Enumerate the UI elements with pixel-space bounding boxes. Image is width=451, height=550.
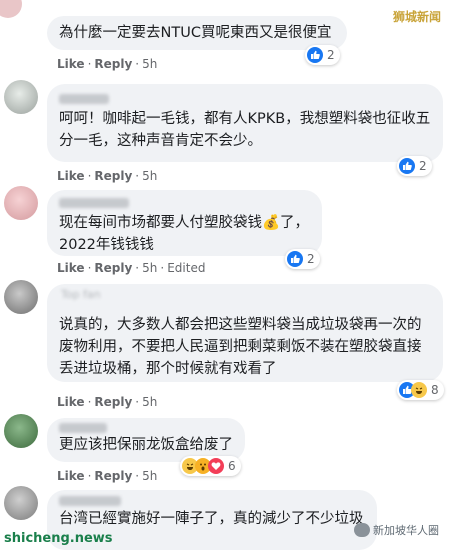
like-icon [399,158,415,174]
timestamp[interactable]: 5h [142,57,157,71]
author-name-blurred [59,198,129,208]
reaction-count: 8 [431,383,439,397]
timestamp[interactable]: 5h [142,469,157,483]
avatar[interactable] [4,80,38,114]
reaction-summary[interactable]: 2 [285,249,320,269]
comment-actions: Like · Reply · 5h [57,469,157,483]
comment-bubble: 现在每间市场都要人付塑胶袋钱💰了， 2022年钱钱钱 [47,190,322,256]
haha-icon [411,382,427,398]
reply-button[interactable]: Reply [94,395,132,409]
separator: · [160,261,165,275]
watermark-bottom-right-text: 新加坡华人圈 [373,524,439,537]
reaction-summary[interactable]: 2 [397,156,432,176]
like-button[interactable]: Like [57,57,85,71]
reply-button[interactable]: Reply [94,57,132,71]
reaction-summary[interactable]: 2 [305,45,340,65]
watermark-top-right: 狮城新闻 [392,10,441,24]
separator: · [135,261,140,275]
separator: · [135,395,140,409]
comment-actions: Like · Reply · 5h [57,169,157,183]
separator: · [135,57,140,71]
reply-button[interactable]: Reply [94,169,132,183]
avatar[interactable] [4,414,38,448]
reaction-summary[interactable]: 8 [397,380,444,400]
comment-bubble: Top fan 说真的，大多数人都会把这些塑料袋当成垃圾袋再一次的 废物利用，不… [47,284,443,382]
like-button[interactable]: Like [57,261,85,275]
avatar-fragment [0,0,22,18]
comment-text: 说真的，大多数人都会把这些塑料袋当成垃圾袋再一次的 废物利用，不要把人民逼到把剩… [59,317,422,377]
wechat-icon [354,523,370,537]
author-name-blurred [59,496,121,506]
like-button[interactable]: Like [57,169,85,183]
timestamp[interactable]: 5h [142,395,157,409]
timestamp[interactable]: 5h [142,169,157,183]
comment-text: 更应该把保丽龙饭盒给废了 [59,437,233,453]
comment-actions: Like · Reply · 5h [57,57,157,71]
separator: · [87,261,92,275]
separator: · [87,395,92,409]
like-icon [307,47,323,63]
edited-label[interactable]: Edited [167,261,205,275]
separator: · [135,469,140,483]
love-icon [208,458,224,474]
like-button[interactable]: Like [57,469,85,483]
reaction-count: 6 [228,459,236,473]
comment-text: 為什麼一定要去NTUC買呢東西又是很便宜 [59,25,332,41]
comment-actions: Like · Reply · 5h [57,395,157,409]
author-badge: Top fan [61,288,101,301]
comment-text: 现在每间市场都要人付塑胶袋钱💰了， 2022年钱钱钱 [59,215,310,253]
separator: · [87,469,92,483]
separator: · [135,169,140,183]
timestamp[interactable]: 5h [142,261,157,275]
comment-bubble: 呵呵！咖啡起一毛钱，都有人KPKB，我想塑料袋也征收五 分一毛，这种声音肯定不会… [47,84,443,162]
reaction-count: 2 [327,48,335,62]
separator: · [87,57,92,71]
watermark-bottom-right: 新加坡华人圈 [354,522,439,538]
comment-text: 呵呵！咖啡起一毛钱，都有人KPKB，我想塑料袋也征收五 分一毛，这种声音肯定不会… [59,111,431,149]
comment-bubble: 為什麼一定要去NTUC買呢東西又是很便宜 [47,16,347,50]
reaction-summary[interactable]: 6 [180,456,241,476]
reply-button[interactable]: Reply [94,469,132,483]
reaction-count: 2 [307,252,315,266]
avatar[interactable] [4,486,38,520]
like-button[interactable]: Like [57,395,85,409]
like-icon [287,251,303,267]
reply-button[interactable]: Reply [94,261,132,275]
author-name-blurred [59,423,107,433]
reaction-count: 2 [419,159,427,173]
separator: · [87,169,92,183]
watermark-bottom-left: shicheng.news [4,531,113,546]
avatar[interactable] [4,280,38,314]
avatar[interactable] [4,186,38,220]
comment-actions: Like · Reply · 5h · Edited [57,261,205,275]
author-name-blurred [59,94,109,104]
comment-text: 台湾已經實施好一陣子了，真的減少了不少垃圾 [59,511,364,527]
